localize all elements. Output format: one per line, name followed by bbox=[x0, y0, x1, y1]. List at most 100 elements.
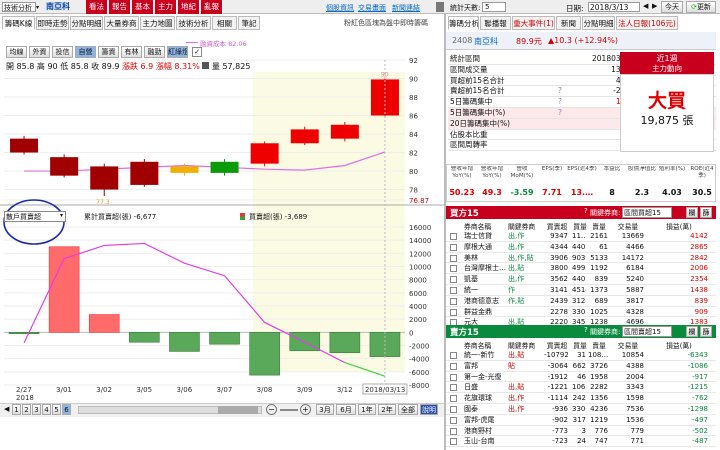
table-row[interactable]: 花旗環球 出,作 -1114 242 1356 1598 -762 bbox=[446, 393, 716, 404]
right-tab-3[interactable]: 新聞 bbox=[556, 16, 581, 30]
row-checkbox[interactable] bbox=[450, 254, 457, 262]
kline-chip-chart[interactable]: 929088868482807876.879077.31600014000120… bbox=[0, 0, 445, 450]
buy-filter-select[interactable]: 區間買超15 bbox=[622, 207, 672, 218]
row-checkbox[interactable] bbox=[450, 427, 457, 435]
row-checkbox[interactable] bbox=[450, 438, 457, 446]
chip-dropdown[interactable]: 散戶買賣超 bbox=[4, 211, 66, 222]
price-tick-label: 84 bbox=[409, 131, 418, 139]
chip-tick-label: -8000 bbox=[409, 382, 429, 390]
table-cell: 富邦 bbox=[464, 361, 478, 370]
table-row[interactable]: 港商德意志作,貼 2439 3128 689 3817 839 bbox=[446, 296, 716, 307]
table-row[interactable]: 富邦 貼 -3064 662 3726 4388 -1086 bbox=[446, 361, 716, 372]
row-checkbox[interactable] bbox=[450, 233, 457, 240]
table-row[interactable]: 美林 出,作,貼 3906 9039 5133 14172 2842 bbox=[446, 253, 716, 264]
zoom-slider[interactable] bbox=[280, 409, 298, 411]
sell-columns-button[interactable]: 欄 bbox=[686, 326, 698, 337]
row-checkbox[interactable] bbox=[450, 265, 457, 273]
row-checkbox[interactable] bbox=[450, 416, 457, 424]
buy-filter-button[interactable]: 篩 bbox=[700, 207, 712, 218]
right-tab-1[interactable]: 聯播報 bbox=[480, 16, 511, 30]
page-button-0[interactable]: 1 bbox=[12, 404, 21, 415]
table-row[interactable]: 摩根大通 出,作 4344 4405 61 4466 2865 bbox=[446, 242, 716, 253]
right-tab-2[interactable]: 重大事件(1) bbox=[512, 16, 555, 30]
range-button-5[interactable]: 說明 bbox=[420, 404, 438, 415]
today-button[interactable]: 今天 bbox=[661, 1, 683, 13]
row-checkbox[interactable] bbox=[450, 287, 457, 294]
price-tick-label: 82 bbox=[409, 150, 418, 158]
table-cell: 14172 bbox=[621, 253, 644, 262]
table-row[interactable]: 凱基 出,作 3562 4401 839 5240 2354 bbox=[446, 274, 716, 285]
date-input[interactable]: 2018/3/13 bbox=[588, 2, 640, 12]
page-button-1[interactable]: 2 bbox=[22, 404, 31, 415]
row-checkbox[interactable] bbox=[450, 362, 457, 370]
sell-filter-button[interactable]: 篩 bbox=[700, 326, 712, 337]
help-icon[interactable]: ? bbox=[558, 86, 562, 97]
table-cell: 4328 bbox=[626, 307, 644, 316]
period-sub: 主力動向 bbox=[652, 64, 682, 73]
table-cell: 4401 bbox=[572, 275, 586, 284]
row-checkbox[interactable] bbox=[450, 243, 457, 251]
page-button-2[interactable]: 3 bbox=[32, 404, 41, 415]
row-checkbox[interactable] bbox=[450, 384, 457, 392]
table-cell: 779 bbox=[630, 426, 644, 435]
table-row[interactable]: 統一 作 3141 4514 1373 5887 1438 bbox=[446, 285, 716, 296]
table-row[interactable]: 港商野村 -773 3 776 779 -502 bbox=[446, 426, 716, 437]
table-cell: 統一 bbox=[464, 286, 478, 294]
row-checkbox[interactable] bbox=[450, 308, 457, 316]
row-checkbox[interactable] bbox=[450, 373, 457, 381]
sell-filter-select[interactable]: 區間賣超15 bbox=[622, 326, 672, 337]
scrollbar-thumb[interactable] bbox=[218, 406, 258, 414]
chip-tick-label: 0 bbox=[409, 329, 413, 337]
chevron-down-icon[interactable]: ▾ bbox=[60, 212, 63, 219]
range-button-4[interactable]: 全部 bbox=[398, 404, 418, 415]
table-cell: 2282 bbox=[590, 383, 608, 392]
table-cell: 1025 bbox=[590, 307, 608, 316]
range-button-2[interactable]: 1年 bbox=[358, 404, 376, 415]
right-tab-0[interactable]: 籌碼分析 bbox=[448, 16, 479, 30]
help-icon[interactable]: ? bbox=[584, 326, 588, 334]
table-cell: -3064 bbox=[547, 361, 568, 370]
range-button-1[interactable]: 6月 bbox=[336, 404, 356, 415]
row-checkbox[interactable] bbox=[450, 406, 457, 413]
next-date-icon[interactable]: ▶ bbox=[652, 2, 657, 10]
buy-columns-button[interactable]: 欄 bbox=[686, 207, 698, 218]
zoom-out-icon[interactable]: − bbox=[266, 404, 277, 415]
table-row[interactable]: 台灣摩根士…出,貼 3800 4992 1192 6184 2006 bbox=[446, 263, 716, 275]
zoom-in-icon[interactable]: + bbox=[300, 404, 311, 415]
table-row[interactable]: 第一金-光復 -1912 46 1958 2004 -917 bbox=[446, 372, 716, 383]
table-row[interactable]: 國泰 出,作 -936 3300 4236 7536 -1298 bbox=[446, 404, 716, 415]
refresh-button[interactable]: ⟳更新 bbox=[686, 1, 716, 13]
table-row[interactable]: 瑞士信貸 出,作 9347 11… 2161 13669 4142 bbox=[446, 231, 716, 242]
help-icon[interactable]: ? bbox=[558, 97, 562, 108]
row-checkbox[interactable] bbox=[450, 276, 457, 284]
range-button-3[interactable]: 2年 bbox=[378, 404, 396, 415]
table-row[interactable]: 統一-新竹 出,貼 -10792 31 108… 10854 -6343 bbox=[446, 350, 716, 361]
net-buy-bar bbox=[329, 332, 361, 354]
table-row[interactable]: 群益金鼎 2278 3303 1025 4328 909 bbox=[446, 307, 716, 318]
table-cell: 國泰 bbox=[464, 405, 478, 413]
prev-icon[interactable]: ◀ bbox=[4, 405, 9, 413]
page-button-4[interactable]: 5 bbox=[52, 404, 61, 415]
range-button-0[interactable]: 3月 bbox=[316, 404, 334, 415]
help-icon[interactable]: ? bbox=[558, 108, 562, 119]
page-button-5[interactable]: 6 bbox=[62, 404, 71, 415]
help-icon[interactable]: ? bbox=[584, 207, 588, 215]
sell-header-bar bbox=[446, 325, 716, 338]
table-cell: 統一-新竹 bbox=[464, 351, 495, 359]
table-cell: 1192 bbox=[590, 264, 608, 273]
table-row[interactable]: 玉山-台南 -723 24 747 771 -487 bbox=[446, 436, 716, 448]
right-tab-4[interactable]: 分點明細 bbox=[582, 16, 615, 30]
row-checkbox[interactable] bbox=[450, 352, 457, 359]
date-label: 日期: bbox=[566, 4, 584, 13]
table-cell: 摩根大通 bbox=[464, 242, 492, 251]
table-row[interactable]: 日盛 出,貼 -1221 1061 2282 3343 -1215 bbox=[446, 382, 716, 394]
row-checkbox[interactable] bbox=[450, 297, 457, 305]
right-tab-5[interactable]: 法人日報(106元) bbox=[616, 16, 678, 30]
prev-date-icon[interactable]: ◀ bbox=[643, 2, 648, 10]
count-select[interactable]: 5 bbox=[482, 2, 506, 12]
table-header: 損益(萬) bbox=[666, 342, 692, 350]
page-button-3[interactable]: 4 bbox=[42, 404, 51, 415]
chip-tick-label: -2000 bbox=[409, 343, 429, 351]
table-row[interactable]: 富邦-虎尾 -902 317 1219 1536 -497 bbox=[446, 415, 716, 426]
row-checkbox[interactable] bbox=[450, 395, 457, 403]
